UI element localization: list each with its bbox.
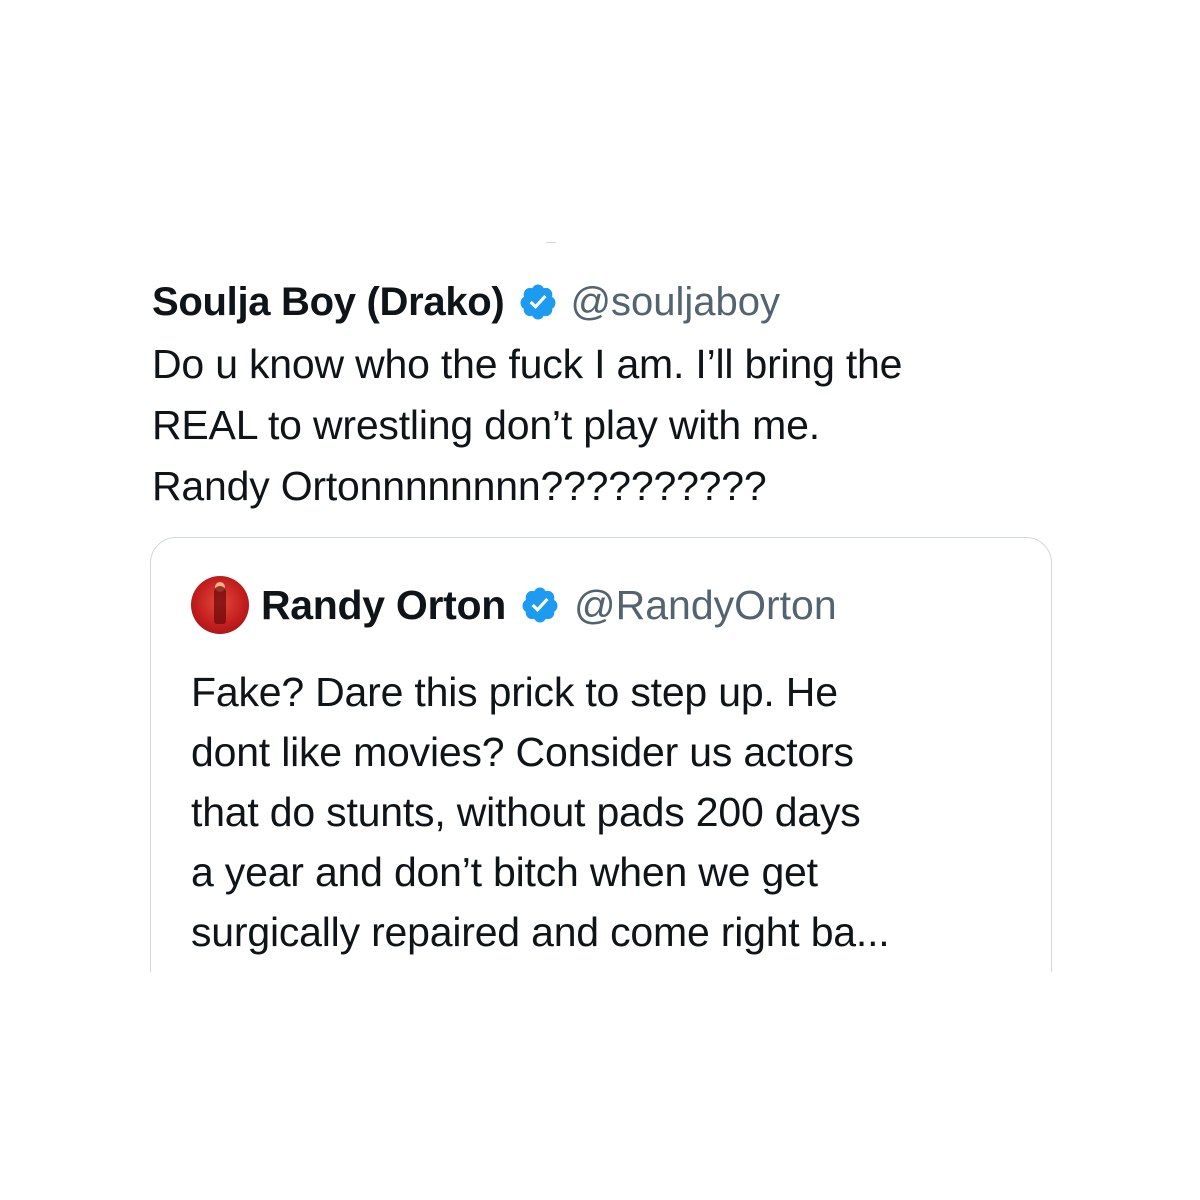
author-display-name[interactable]: Soulja Boy (Drako) (152, 280, 505, 325)
avatar[interactable] (191, 576, 249, 634)
tweet-text-line: REAL to wrestling don’t play with me. (152, 402, 820, 448)
verified-badge-icon (518, 282, 558, 322)
tweet-text: Do u know who the fuck I am. I’ll bring … (152, 334, 1052, 517)
quoted-text-line: a year and don’t bitch when we get (191, 849, 818, 895)
tweet-header: Soulja Boy (Drako) @souljaboy (152, 276, 1052, 328)
quoted-text-line: that do stunts, without pads 200 days (191, 789, 861, 835)
quoted-author-display-name[interactable]: Randy Orton (261, 582, 506, 629)
quoted-text-line: dont like movies? Consider us actors (191, 729, 854, 775)
avatar-figure (214, 586, 226, 624)
tweet-text-line: Randy Ortonnnnnnnn?????????? (152, 463, 767, 509)
tweet[interactable]: Soulja Boy (Drako) @souljaboy Do u know … (152, 276, 1052, 517)
quoted-author-handle[interactable]: @RandyOrton (574, 582, 837, 629)
quoted-tweet-text: Fake? Dare this prick to step up. He don… (191, 662, 890, 962)
tweet-text-line: Do u know who the fuck I am. I’ll bring … (152, 341, 903, 387)
quoted-tweet-card[interactable]: Randy Orton @RandyOrton Fake? Dare this … (150, 537, 1052, 997)
divider-fragment (546, 242, 556, 243)
author-handle[interactable]: @souljaboy (570, 280, 780, 325)
crop-mask (0, 972, 1200, 1200)
quoted-text-line: Fake? Dare this prick to step up. He (191, 669, 838, 715)
quoted-text-line: surgically repaired and come right ba... (191, 909, 890, 955)
quoted-tweet-header: Randy Orton @RandyOrton (191, 576, 837, 634)
verified-badge-icon (520, 585, 560, 625)
